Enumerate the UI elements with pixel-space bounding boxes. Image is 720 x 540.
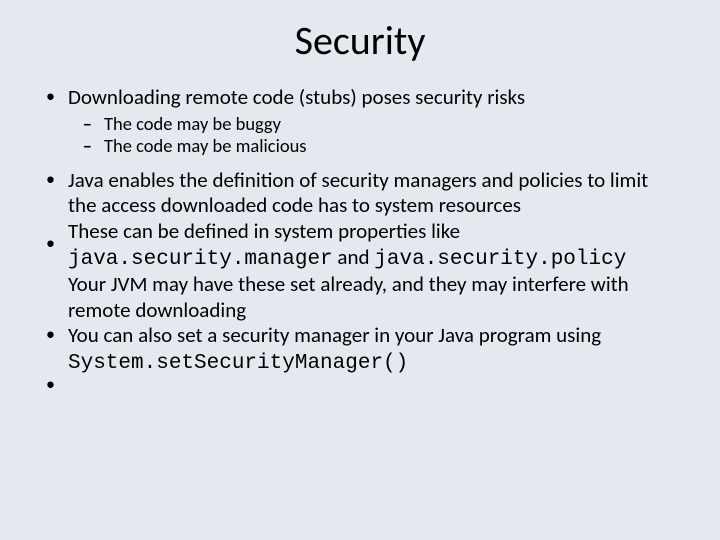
dash-icon: – <box>40 135 104 158</box>
bullet-stack: • • • • Java enables the definition of s… <box>40 168 680 377</box>
slide-body: • Downloading remote code (stubs) poses … <box>40 85 680 377</box>
dash-icon: – <box>40 113 104 136</box>
bullet-dot: • <box>46 232 55 255</box>
slide-title: Security <box>40 16 680 65</box>
para-3mid: and <box>333 244 375 270</box>
bullet-dot: • <box>46 373 55 396</box>
sub-text: The code may be buggy <box>104 113 680 136</box>
stack-text: Java enables the definition of security … <box>68 168 680 377</box>
bullet-text: Downloading remote code (stubs) poses se… <box>68 85 680 111</box>
sub-item-1: – The code may be buggy <box>40 113 680 136</box>
sub-list: – The code may be buggy – The code may b… <box>40 113 680 158</box>
bullet-dot: • <box>46 168 55 191</box>
bullet-dot: • <box>40 85 68 108</box>
bullet-item-1: • Downloading remote code (stubs) poses … <box>40 85 680 111</box>
para-2: Java enables the definition of security … <box>68 167 648 219</box>
para-4: Your JVM may have these set already, and… <box>68 271 629 323</box>
slide: Security • Downloading remote code (stub… <box>0 0 720 540</box>
para-5a: You can also set a security manager in y… <box>68 322 601 348</box>
code-java-security-policy: java.security.policy <box>374 248 626 271</box>
sub-item-2: – The code may be malicious <box>40 135 680 158</box>
para-3a: These can be defined in system propertie… <box>68 218 460 244</box>
code-set-security-manager: System.setSecurityManager() <box>68 352 408 375</box>
code-java-security-manager: java.security.manager <box>68 248 333 271</box>
bullet-dot: • <box>46 323 55 346</box>
sub-text: The code may be malicious <box>104 135 680 158</box>
